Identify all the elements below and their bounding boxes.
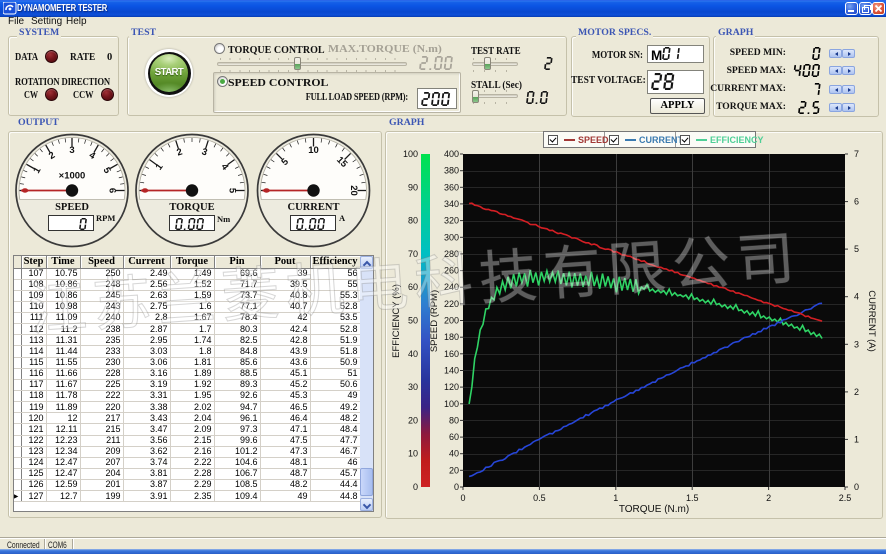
svg-text:6: 6 — [854, 197, 859, 207]
svg-text:0: 0 — [454, 482, 459, 492]
svg-text:300: 300 — [444, 232, 459, 242]
svg-text:100: 100 — [403, 149, 418, 159]
svg-text:40: 40 — [449, 449, 459, 459]
svg-text:CURRENT (A): CURRENT (A) — [866, 290, 877, 352]
svg-text:1.5: 1.5 — [686, 493, 699, 503]
svg-text:5: 5 — [854, 244, 859, 254]
svg-text:3: 3 — [854, 339, 859, 349]
svg-text:80: 80 — [408, 216, 418, 226]
svg-text:×1000: ×1000 — [59, 171, 86, 182]
svg-text:TORQUE: TORQUE — [169, 202, 214, 213]
svg-text:120: 120 — [444, 382, 459, 392]
svg-text:2: 2 — [854, 387, 859, 397]
svg-text:TORQUE (N.m): TORQUE (N.m) — [619, 504, 689, 515]
svg-text:280: 280 — [444, 249, 459, 259]
svg-text:380: 380 — [444, 166, 459, 176]
svg-text:EFFICIENCY (%): EFFICIENCY (%) — [391, 284, 402, 358]
svg-text:320: 320 — [444, 216, 459, 226]
svg-text:20: 20 — [408, 415, 418, 425]
svg-text:1: 1 — [854, 434, 859, 444]
svg-text:60: 60 — [449, 432, 459, 442]
svg-text:260: 260 — [444, 266, 459, 276]
svg-text:CURRENT: CURRENT — [288, 202, 340, 213]
svg-text:10: 10 — [308, 145, 319, 156]
svg-text:340: 340 — [444, 199, 459, 209]
svg-text:30: 30 — [408, 382, 418, 392]
svg-text:3: 3 — [69, 145, 74, 156]
svg-text:4: 4 — [854, 292, 859, 302]
svg-text:SPEED: SPEED — [55, 202, 89, 213]
svg-text:50: 50 — [408, 316, 418, 326]
svg-text:90: 90 — [408, 182, 418, 192]
svg-text:20: 20 — [348, 185, 359, 196]
svg-text:240: 240 — [444, 282, 459, 292]
svg-text:100: 100 — [444, 399, 459, 409]
svg-text:10: 10 — [408, 449, 418, 459]
svg-text:2.5: 2.5 — [839, 493, 852, 503]
svg-text:6: 6 — [107, 188, 118, 193]
svg-text:180: 180 — [444, 332, 459, 342]
svg-text:70: 70 — [408, 249, 418, 259]
svg-text:0: 0 — [413, 482, 418, 492]
svg-text:0.5: 0.5 — [533, 493, 546, 503]
svg-text:360: 360 — [444, 182, 459, 192]
svg-text:1: 1 — [613, 493, 618, 503]
svg-text:SPEED (RPM): SPEED (RPM) — [429, 290, 440, 352]
svg-text:5: 5 — [227, 188, 238, 194]
svg-text:140: 140 — [444, 366, 459, 376]
svg-text:7: 7 — [854, 149, 859, 159]
svg-text:200: 200 — [444, 316, 459, 326]
svg-text:40: 40 — [408, 349, 418, 359]
svg-text:220: 220 — [444, 299, 459, 309]
svg-text:160: 160 — [444, 349, 459, 359]
svg-text:60: 60 — [408, 282, 418, 292]
svg-text:20: 20 — [449, 465, 459, 475]
svg-text:0: 0 — [460, 493, 465, 503]
svg-text:80: 80 — [449, 415, 459, 425]
svg-text:0: 0 — [854, 482, 859, 492]
svg-text:2: 2 — [766, 493, 771, 503]
svg-text:400: 400 — [444, 149, 459, 159]
